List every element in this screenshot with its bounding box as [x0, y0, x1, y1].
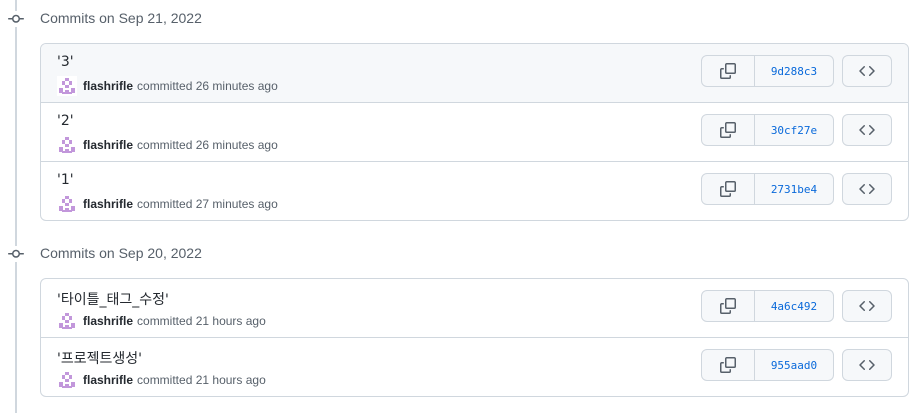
git-commit-icon	[8, 246, 24, 262]
copy-icon	[720, 181, 736, 197]
commit-row: '2' flashrifle committed 26 minutes ago …	[41, 102, 908, 161]
copy-sha-button[interactable]	[702, 350, 755, 380]
commit-author-link[interactable]: flashrifle	[83, 138, 133, 152]
commit-message-link[interactable]: '1'	[57, 172, 74, 188]
commit-time: 26 minutes ago	[195, 79, 278, 93]
commit-time: 21 hours ago	[195, 373, 266, 387]
commit-button-group: 4a6c492	[701, 290, 834, 322]
commit-sha-link[interactable]: 4a6c492	[755, 291, 833, 321]
timeline-line	[15, 0, 17, 413]
commit-meta: flashrifle committed 21 hours ago	[57, 370, 266, 390]
browse-repo-button[interactable]	[842, 290, 892, 322]
commit-row: '프로젝트생성' flashrifle committed 21 hours a…	[41, 337, 908, 396]
browse-repo-button[interactable]	[842, 173, 892, 205]
commit-group: Commits on Sep 21, 2022 '3' flashrifle c…	[0, 0, 918, 221]
commit-author-link[interactable]: flashrifle	[83, 373, 133, 387]
copy-icon	[720, 357, 736, 373]
commit-message-link[interactable]: '2'	[57, 113, 74, 129]
avatar[interactable]	[57, 370, 77, 390]
copy-sha-button[interactable]	[702, 291, 755, 321]
commit-group-header: Commits on Sep 20, 2022	[0, 235, 918, 271]
avatar[interactable]	[57, 194, 77, 214]
commit-button-group: 30cf27e	[701, 114, 834, 146]
commit-button-group: 9d288c3	[701, 55, 834, 87]
code-icon	[859, 300, 875, 312]
commit-time: 21 hours ago	[195, 314, 266, 328]
commit-action: committed	[137, 138, 193, 152]
commit-message-link[interactable]: '타이틀_태그_수정'	[57, 289, 169, 309]
commit-message-link[interactable]: '3'	[57, 54, 74, 70]
code-icon	[859, 359, 875, 371]
commit-group-header: Commits on Sep 21, 2022	[0, 0, 918, 36]
commit-button-group: 955aad0	[701, 349, 834, 381]
commit-button-group: 2731be4	[701, 173, 834, 205]
commit-group-title: Commits on Sep 20, 2022	[40, 245, 202, 261]
commit-sha-link[interactable]: 30cf27e	[755, 115, 833, 145]
copy-sha-button[interactable]	[702, 115, 755, 145]
commit-meta: flashrifle committed 26 minutes ago	[57, 76, 278, 96]
git-commit-icon	[8, 11, 24, 27]
avatar[interactable]	[57, 311, 77, 331]
commit-time: 26 minutes ago	[195, 138, 278, 152]
avatar[interactable]	[57, 76, 77, 96]
commit-list: '타이틀_태그_수정' flashrifle committed 21 hour…	[40, 278, 909, 397]
browse-repo-button[interactable]	[842, 114, 892, 146]
commit-row: '1' flashrifle committed 27 minutes ago …	[41, 161, 908, 220]
commit-row: '타이틀_태그_수정' flashrifle committed 21 hour…	[41, 279, 908, 337]
copy-icon	[720, 63, 736, 79]
copy-icon	[720, 122, 736, 138]
commit-meta: flashrifle committed 27 minutes ago	[57, 194, 278, 214]
commit-sha-link[interactable]: 2731be4	[755, 174, 833, 204]
code-icon	[859, 124, 875, 136]
browse-repo-button[interactable]	[842, 55, 892, 87]
avatar[interactable]	[57, 135, 77, 155]
copy-sha-button[interactable]	[702, 174, 755, 204]
copy-icon	[720, 298, 736, 314]
commit-group: Commits on Sep 20, 2022 '타이틀_태그_수정' flas…	[0, 235, 918, 397]
browse-repo-button[interactable]	[842, 349, 892, 381]
commit-sha-link[interactable]: 9d288c3	[755, 56, 833, 86]
commit-action: committed	[137, 79, 193, 93]
commit-action: committed	[137, 373, 193, 387]
commit-action: committed	[137, 197, 193, 211]
commit-meta: flashrifle committed 21 hours ago	[57, 311, 266, 331]
commit-message-link[interactable]: '프로젝트생성'	[57, 348, 142, 368]
commit-author-link[interactable]: flashrifle	[83, 197, 133, 211]
commit-row: '3' flashrifle committed 26 minutes ago …	[41, 44, 908, 102]
copy-sha-button[interactable]	[702, 56, 755, 86]
commit-meta: flashrifle committed 26 minutes ago	[57, 135, 278, 155]
commit-action: committed	[137, 314, 193, 328]
commit-group-title: Commits on Sep 21, 2022	[40, 10, 202, 26]
commit-time: 27 minutes ago	[195, 197, 278, 211]
commit-list: '3' flashrifle committed 26 minutes ago …	[40, 43, 909, 221]
code-icon	[859, 65, 875, 77]
commit-author-link[interactable]: flashrifle	[83, 314, 133, 328]
code-icon	[859, 183, 875, 195]
commit-author-link[interactable]: flashrifle	[83, 79, 133, 93]
commit-sha-link[interactable]: 955aad0	[755, 350, 833, 380]
